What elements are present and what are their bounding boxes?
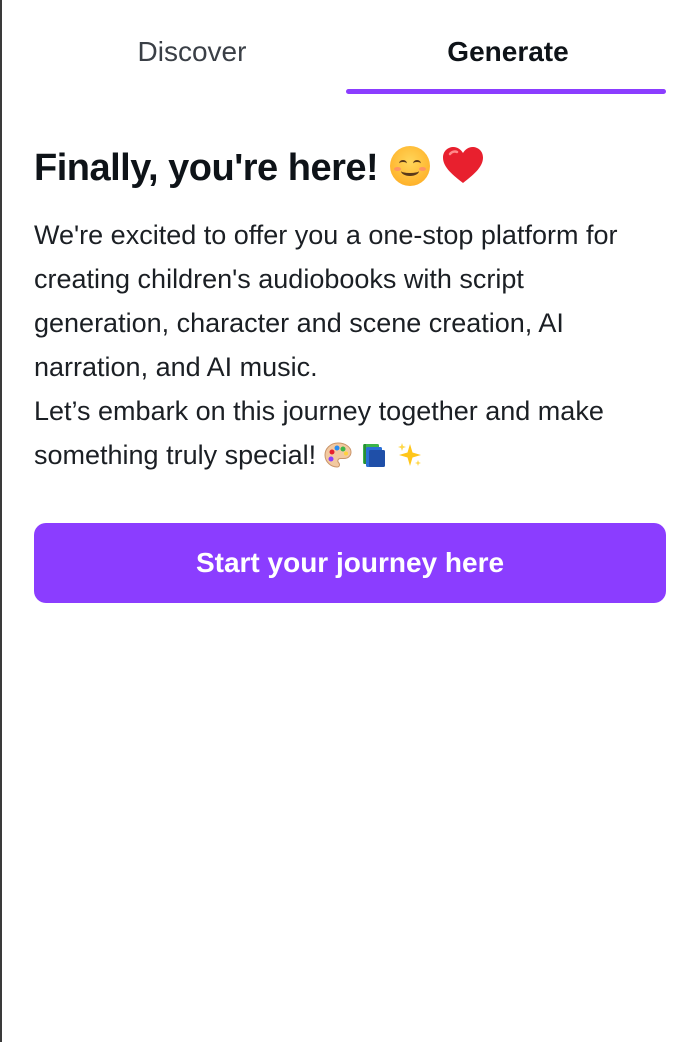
artist-palette-icon [324, 442, 352, 468]
panel-left-border [0, 0, 2, 1042]
start-journey-button[interactable]: Start your journey here [34, 523, 666, 603]
tab-discover[interactable]: Discover [34, 20, 350, 96]
welcome-heading: Finally, you're here! [34, 146, 666, 190]
welcome-heading-text: Finally, you're here! [34, 147, 379, 189]
intro-paragraph-2: Let’s embark on this journey together an… [34, 389, 666, 477]
smiling-face-icon [390, 146, 431, 186]
tab-generate[interactable]: Generate [350, 20, 666, 96]
start-journey-button-label: Start your journey here [195, 547, 505, 578]
sparkles-icon [398, 443, 422, 466]
active-tab-indicator [346, 89, 666, 94]
tab-bar: Discover Generate [34, 20, 666, 96]
tab-generate-label: Generate [447, 36, 569, 67]
red-heart-icon [443, 147, 484, 183]
tab-discover-label: Discover [137, 36, 247, 67]
intro-paragraph-2-text: Let’s embark on this journey together an… [34, 396, 604, 470]
intro-paragraph-1: We're excited to offer you a one-stop pl… [34, 220, 618, 382]
books-icon [363, 444, 386, 467]
intro-description: We're excited to offer you a one-stop pl… [34, 213, 666, 477]
